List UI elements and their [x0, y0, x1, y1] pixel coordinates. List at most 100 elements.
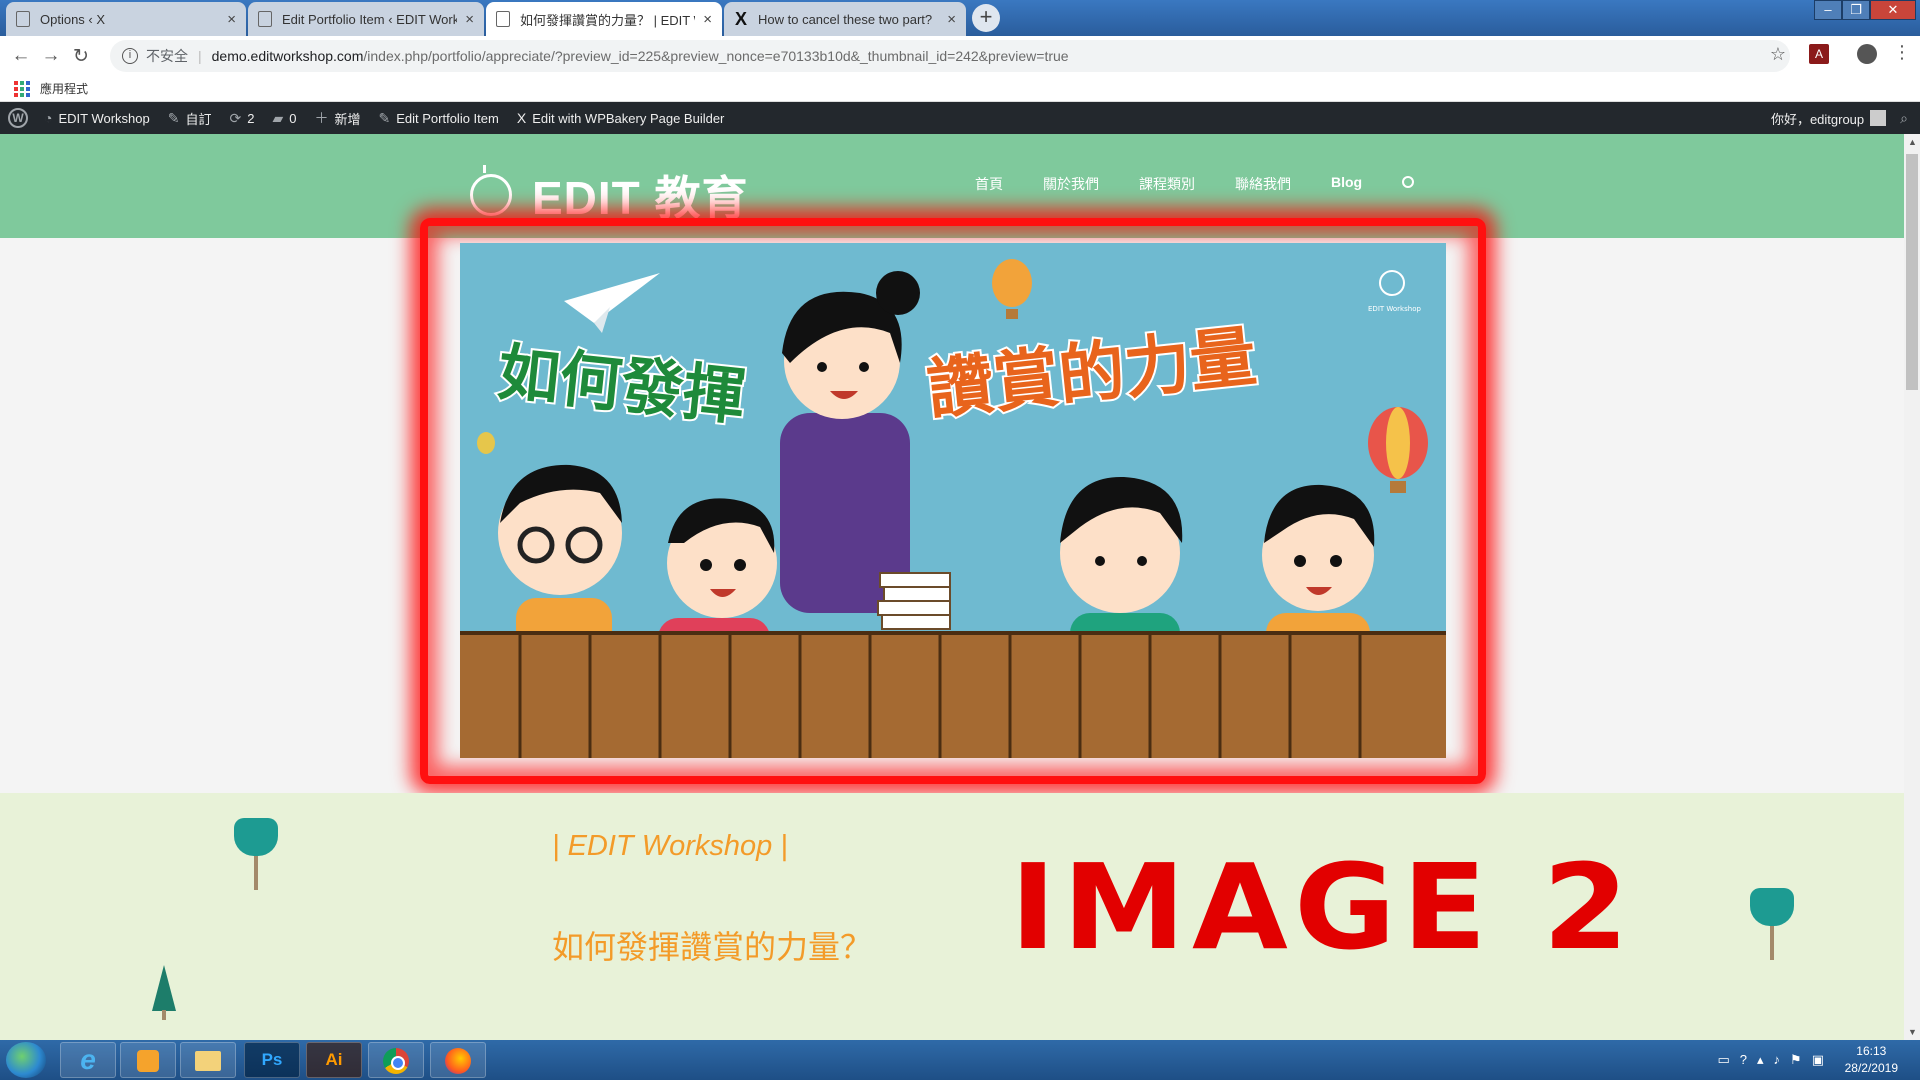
file-explorer-icon[interactable]: [180, 1042, 236, 1078]
customize-label: 自訂: [185, 111, 212, 127]
security-label: 不安全: [146, 48, 188, 64]
tab-title: How to cancel these two part?: [758, 11, 933, 27]
annotation-label: IMAGE 2: [1010, 838, 1636, 976]
tree-icon: [234, 818, 278, 890]
bookmark-star-icon[interactable]: ☆: [1770, 44, 1786, 65]
balloon-icon: [992, 259, 1032, 307]
featured-banner-image: 如何發揮 讚賞的力量 EDIT Workshop: [460, 243, 1446, 758]
tab-options[interactable]: Options ‹ X ×: [6, 2, 246, 36]
tab-how-to-cancel[interactable]: X How to cancel these two part? ×: [724, 2, 966, 36]
url-host: demo.editworkshop.com: [211, 48, 364, 64]
browser-toolbar: ← → ↻ i 不安全 | demo.editworkshop.com /ind…: [0, 36, 1920, 76]
brush-icon: ✎: [167, 109, 180, 126]
admin-new[interactable]: ＋ 新增: [314, 108, 360, 128]
help-icon[interactable]: ?: [1740, 1052, 1747, 1068]
menu-item-about[interactable]: 關於我們: [1043, 174, 1099, 194]
windows-taskbar: e Ps Ai ▭ ? ▴ ♪ ⚑ ▣ 16:13 28/2/2019: [0, 1040, 1920, 1080]
banner-small-logo: EDIT Workshop: [1368, 305, 1421, 313]
window-controls: – ❐ ✕: [1814, 0, 1916, 20]
separator: |: [198, 48, 202, 64]
wp-admin-bar: W ◔ EDIT Workshop ✎ 自訂 ⟳ 2 ▰ 0 ＋ 新增 ✎ Ed…: [0, 102, 1920, 134]
pdf-extension-icon[interactable]: A: [1809, 44, 1829, 64]
illustrator-icon[interactable]: Ai: [306, 1042, 362, 1078]
admin-comments[interactable]: ▰ 0: [272, 110, 296, 127]
admin-greeting[interactable]: 你好，editgroup: [1771, 109, 1864, 128]
close-icon[interactable]: ×: [703, 11, 712, 28]
tab-appreciate-preview[interactable]: 如何發揮讚賞的力量？ | EDIT Workshop ×: [486, 2, 722, 36]
updates-icon: ⟳: [229, 109, 242, 126]
admin-search-icon[interactable]: ⌕: [1900, 110, 1908, 127]
lightbulb-icon: [470, 165, 512, 216]
admin-site-name[interactable]: ◔ EDIT Workshop: [44, 110, 150, 126]
close-icon[interactable]: ×: [465, 11, 474, 28]
system-tray: ▭ ? ▴ ♪ ⚑ ▣: [1717, 1052, 1824, 1068]
scroll-down-arrow-icon[interactable]: ▼: [1908, 1027, 1917, 1037]
clock-time: 16:13: [1856, 1044, 1887, 1058]
x-brand-icon: X: [734, 9, 747, 29]
wordpress-logo-icon[interactable]: W: [8, 108, 28, 128]
admin-edit-portfolio[interactable]: ✎ Edit Portfolio Item: [379, 110, 499, 127]
main-menu: 首頁 關於我們 課程類別 聯絡我們 Blog: [975, 174, 1454, 194]
volume-icon[interactable]: ♪: [1774, 1052, 1781, 1068]
ie-icon[interactable]: e: [60, 1042, 116, 1078]
pine-trunk: [162, 1010, 166, 1020]
tree-icon: [1750, 888, 1794, 960]
reload-icon[interactable]: ↻: [66, 45, 96, 68]
scroll-up-arrow-icon[interactable]: ▲: [1908, 137, 1917, 147]
start-button[interactable]: [6, 1042, 46, 1078]
flag-icon[interactable]: ⚑: [1790, 1052, 1802, 1068]
menu-item-blog[interactable]: Blog: [1331, 174, 1362, 194]
scrollbar-thumb[interactable]: [1906, 154, 1918, 390]
close-icon[interactable]: ×: [227, 11, 236, 28]
account-icon[interactable]: [1857, 44, 1877, 64]
wpbakery-icon: X: [516, 110, 527, 126]
bookmark-apps-label[interactable]: 應用程式: [40, 80, 88, 97]
search-icon[interactable]: [1402, 176, 1415, 188]
admin-customize[interactable]: ✎ 自訂: [168, 109, 212, 128]
close-icon[interactable]: ×: [947, 11, 956, 28]
wpbakery-label: Edit with WPBakery Page Builder: [532, 110, 725, 126]
media-player-icon[interactable]: [120, 1042, 176, 1078]
page-subtitle: 如何發揮讚賞的力量？: [552, 929, 873, 965]
pencil-icon: ✎: [378, 109, 391, 126]
workshop-title: | EDIT Workshop |: [552, 830, 788, 862]
info-icon[interactable]: i: [122, 48, 138, 64]
back-arrow-icon[interactable]: ←: [6, 45, 36, 67]
edit-item-label: Edit Portfolio Item: [396, 110, 499, 126]
new-tab-button[interactable]: +: [972, 4, 1000, 32]
network-icon[interactable]: ▣: [1812, 1052, 1824, 1068]
tab-strip: Options ‹ X × Edit Portfolio Item ‹ EDIT…: [0, 0, 1920, 36]
forward-arrow-icon[interactable]: →: [36, 45, 66, 67]
menu-item-home[interactable]: 首頁: [975, 174, 1003, 194]
menu-item-contact[interactable]: 聯絡我們: [1235, 174, 1291, 194]
tab-title: 如何發揮讚賞的力量？ | EDIT Workshop: [520, 12, 695, 28]
url-path: /index.php/portfolio/appreciate/?preview…: [363, 48, 1069, 64]
firefox-icon[interactable]: [430, 1042, 486, 1078]
address-bar[interactable]: i 不安全 | demo.editworkshop.com /index.php…: [110, 40, 1790, 72]
show-hidden-icon[interactable]: ▴: [1757, 1052, 1764, 1068]
apps-grid-icon[interactable]: [14, 80, 30, 97]
keyboard-icon[interactable]: ▭: [1717, 1052, 1729, 1068]
page-icon: [496, 11, 510, 27]
chrome-icon[interactable]: [368, 1042, 424, 1078]
new-label: 新增: [334, 111, 361, 127]
admin-wpbakery[interactable]: X Edit with WPBakery Page Builder: [517, 110, 725, 126]
site-name-label: EDIT Workshop: [58, 110, 150, 126]
window-close-button[interactable]: ✕: [1870, 0, 1916, 20]
admin-updates[interactable]: ⟳ 2: [230, 110, 255, 127]
minimize-button[interactable]: –: [1814, 0, 1842, 20]
dashboard-icon: ◔: [44, 110, 53, 126]
avatar[interactable]: [1870, 110, 1887, 126]
page-icon: [258, 11, 272, 27]
pine-tree-icon: [152, 965, 176, 1011]
more-menu-icon[interactable]: ⋮: [1893, 42, 1911, 63]
maximize-button[interactable]: ❐: [1842, 0, 1870, 20]
tab-edit-portfolio[interactable]: Edit Portfolio Item ‹ EDIT Workshop ×: [248, 2, 484, 36]
menu-item-courses[interactable]: 課程類別: [1139, 174, 1195, 194]
clock[interactable]: 16:13 28/2/2019: [1845, 1043, 1898, 1077]
tab-title: Options ‹ X: [40, 11, 106, 27]
page-icon: [16, 11, 30, 27]
clock-date: 28/2/2019: [1844, 1061, 1898, 1075]
comments-count: 0: [289, 110, 297, 126]
photoshop-icon[interactable]: Ps: [244, 1042, 300, 1078]
